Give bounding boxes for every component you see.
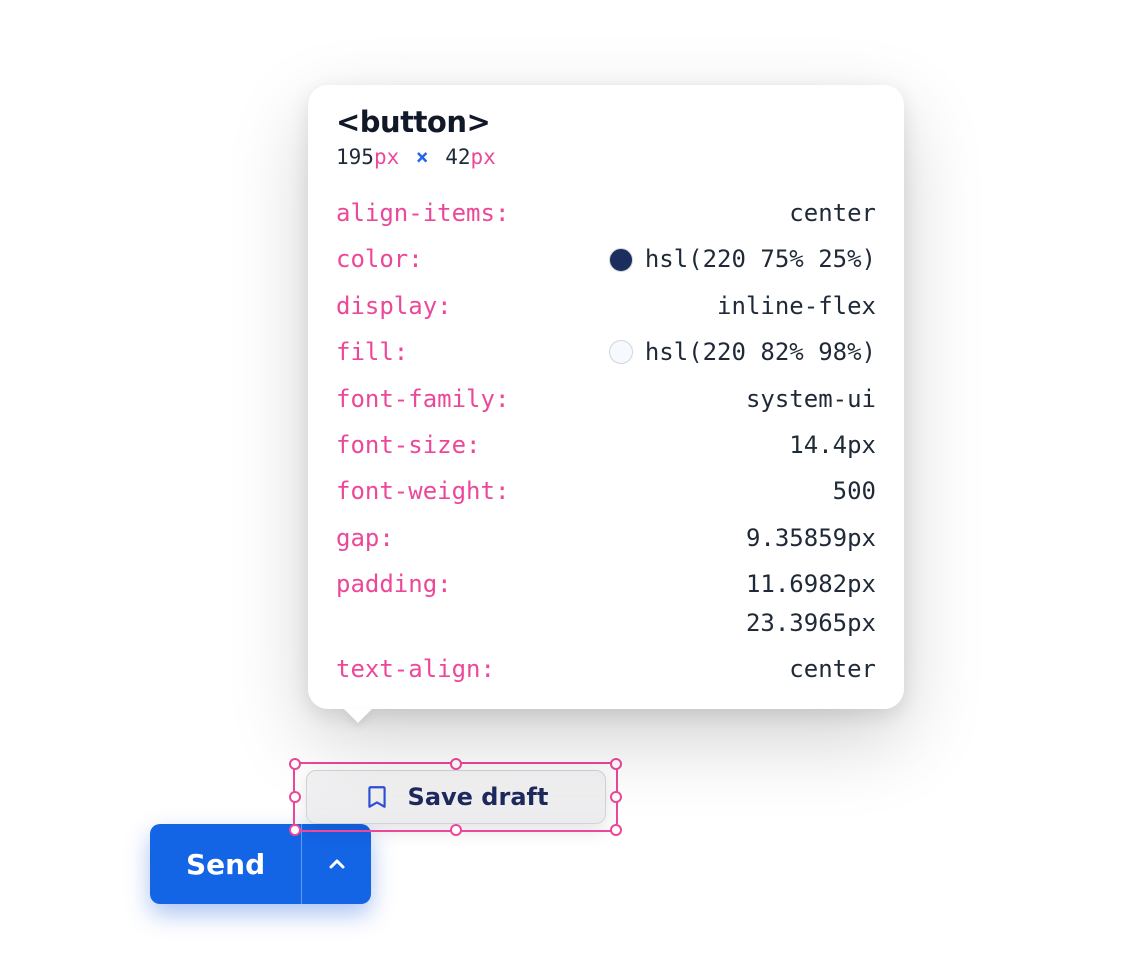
- css-property-value-text: 9.35859px: [746, 522, 876, 554]
- css-property-name: gap: [336, 522, 394, 554]
- css-property-value-text: hsl(220 82% 98%): [645, 336, 876, 368]
- inspected-element-dimensions: 195px × 42px: [336, 145, 876, 169]
- inspector-header: <button> 195px × 42px: [336, 105, 876, 169]
- color-swatch: [609, 248, 633, 272]
- send-button[interactable]: Send: [150, 824, 301, 904]
- css-property-name: fill: [336, 336, 408, 368]
- bookmark-icon: [364, 784, 390, 810]
- dim-height-unit: px: [471, 145, 496, 169]
- inspected-button-wrapper: Save draft: [293, 762, 618, 832]
- css-property-name: font-size: [336, 429, 481, 461]
- css-property-row: font-size 14.4px: [336, 429, 876, 461]
- dim-width-unit: px: [374, 145, 399, 169]
- save-draft-button[interactable]: Save draft: [306, 770, 606, 824]
- css-property-value-text: inline-flex: [717, 290, 876, 322]
- css-property-value: 9.35859px: [406, 522, 876, 554]
- selection-handle[interactable]: [610, 758, 622, 770]
- chevron-up-icon: [325, 852, 349, 876]
- selection-handle[interactable]: [450, 758, 462, 770]
- css-inspector-tooltip: <button> 195px × 42px align-itemscenterc…: [308, 85, 904, 709]
- dim-width: 195: [336, 145, 374, 169]
- css-property-value: 500: [521, 475, 876, 507]
- css-property-list: align-items center color hsl(220 75% 25%) di…: [336, 197, 876, 685]
- css-property-value-text: center: [789, 197, 876, 229]
- css-property-value-text: center: [789, 653, 876, 685]
- dim-height: 42: [445, 145, 470, 169]
- send-split-button: Send: [150, 824, 371, 904]
- css-property-value: hsl(220 75% 25%): [435, 243, 876, 275]
- css-property-value-text: hsl(220 75% 25%): [645, 243, 876, 275]
- save-draft-label: Save draft: [408, 783, 549, 811]
- css-property-row: text-align center: [336, 653, 876, 685]
- css-property-value: center: [521, 197, 876, 229]
- css-property-row: font-family system-ui: [336, 383, 876, 415]
- css-property-row: font-weight 500: [336, 475, 876, 507]
- send-more-button[interactable]: [301, 824, 371, 904]
- css-property-row: align-items center: [336, 197, 876, 229]
- css-property-row: color hsl(220 75% 25%): [336, 243, 876, 275]
- css-property-value-text: 500: [833, 475, 876, 507]
- css-property-value-text: 14.4px: [789, 429, 876, 461]
- selection-handle[interactable]: [610, 824, 622, 836]
- css-property-value: hsl(220 82% 98%): [420, 336, 876, 368]
- selection-handle[interactable]: [289, 791, 301, 803]
- css-property-row: fill hsl(220 82% 98%): [336, 336, 876, 368]
- css-property-value: system-ui: [521, 383, 876, 415]
- css-property-name: text-align: [336, 653, 495, 685]
- send-label: Send: [186, 848, 265, 881]
- css-property-value-text: system-ui: [746, 383, 876, 415]
- css-property-name: font-weight: [336, 475, 509, 507]
- dim-separator: ×: [416, 145, 429, 169]
- css-property-value: 14.4px: [493, 429, 877, 461]
- css-property-name: align-items: [336, 197, 509, 229]
- css-property-name: padding: [336, 568, 452, 600]
- css-property-row: display inline-flex: [336, 290, 876, 322]
- css-property-name: color: [336, 243, 423, 275]
- color-swatch: [609, 340, 633, 364]
- css-property-name: font-family: [336, 383, 509, 415]
- selection-handle[interactable]: [450, 824, 462, 836]
- selection-handle[interactable]: [610, 791, 622, 803]
- inspected-element-tag: <button>: [336, 105, 876, 139]
- css-property-row: padding 11.6982px 23.3965px: [336, 568, 876, 639]
- css-property-value: 11.6982px 23.3965px: [464, 568, 876, 639]
- css-property-row: gap 9.35859px: [336, 522, 876, 554]
- css-property-name: display: [336, 290, 452, 322]
- css-property-value: center: [507, 653, 876, 685]
- css-property-value-line: 11.6982px: [746, 568, 876, 600]
- selection-handle[interactable]: [289, 758, 301, 770]
- css-property-value-line: 23.3965px: [746, 607, 876, 639]
- css-property-value: inline-flex: [464, 290, 876, 322]
